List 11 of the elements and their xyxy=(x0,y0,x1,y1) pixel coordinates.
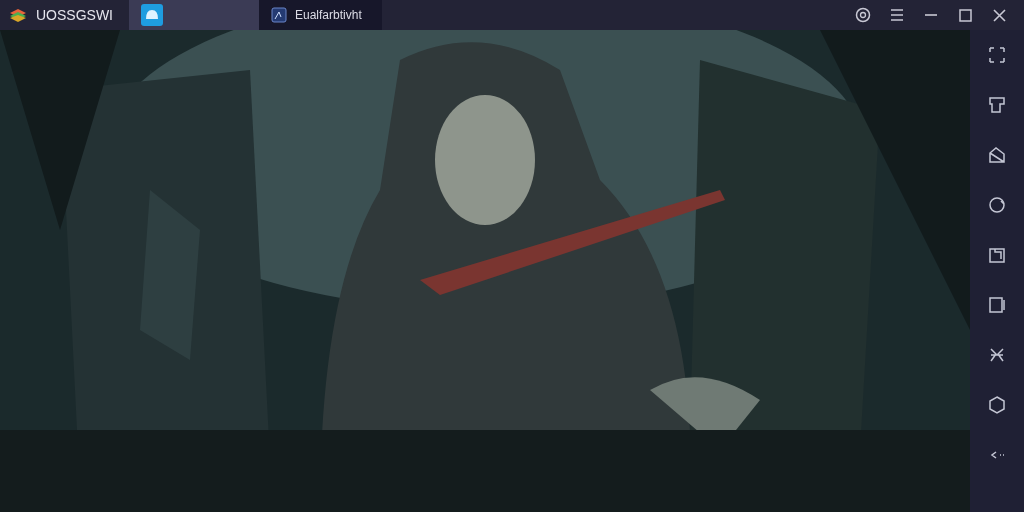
tab[interactable]: Eualfarbtivht xyxy=(259,0,382,30)
app-icon xyxy=(271,7,287,23)
app-icon xyxy=(141,4,163,26)
close-icon xyxy=(992,8,1006,22)
app-logo-icon xyxy=(8,7,28,23)
maximize-icon xyxy=(958,8,972,22)
tab[interactable] xyxy=(129,0,259,30)
minimize-icon xyxy=(924,13,938,17)
app-title: UOSSGSWI xyxy=(36,5,113,25)
coin-icon xyxy=(855,7,871,23)
menu-icon xyxy=(890,9,904,21)
